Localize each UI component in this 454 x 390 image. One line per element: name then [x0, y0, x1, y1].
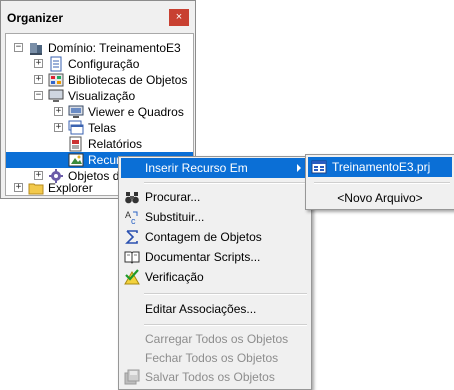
tree-item-configuracao[interactable]: + Configuração	[12, 56, 190, 72]
menu-item-label: Procurar...	[145, 190, 201, 204]
expand-icon[interactable]: +	[14, 183, 23, 192]
menu-item-inserir-recurso[interactable]: Inserir Recurso Em	[121, 158, 309, 178]
tree-item-label: Viewer e Quadros	[88, 105, 184, 119]
collapse-icon[interactable]: −	[34, 91, 43, 100]
menu-separator	[144, 293, 307, 295]
panel-title: Organizer	[7, 11, 64, 25]
replace-icon: A c	[125, 210, 138, 225]
menu-item-label: Contagem de Objetos	[145, 230, 262, 244]
menu-item-substituir[interactable]: A c Substituir...	[121, 207, 309, 227]
expand-icon[interactable]: +	[54, 123, 63, 132]
menu-item-label: Documentar Scripts...	[145, 250, 261, 264]
tree-item-label: Configuração	[68, 57, 140, 71]
tree-item-label: Relatórios	[88, 137, 143, 151]
book-icon	[124, 251, 140, 264]
submenu-arrow-icon	[297, 164, 301, 172]
monitor-icon	[48, 89, 64, 102]
tree-item-label: Domínio: TreinamentoE3	[48, 41, 181, 55]
report-icon	[69, 136, 82, 152]
close-button[interactable]: ×	[169, 9, 189, 26]
check-warning-icon	[124, 269, 140, 285]
menu-item-procurar[interactable]: Procurar...	[121, 187, 309, 207]
expand-icon[interactable]: +	[34, 75, 43, 84]
close-icon: ×	[175, 11, 183, 23]
svg-text:c: c	[131, 216, 136, 225]
tree-item-domain[interactable]: − Domínio: TreinamentoE3	[12, 40, 190, 56]
save-all-icon	[124, 369, 140, 385]
menu-item-documentar[interactable]: Documentar Scripts...	[121, 247, 309, 267]
menu-item-salvar-todos[interactable]: Salvar Todos os Objetos	[121, 367, 309, 387]
menu-item-label: Carregar Todos os Objetos	[145, 332, 289, 346]
menu-item-carregar-todos[interactable]: Carregar Todos os Objetos	[121, 329, 309, 349]
expand-icon[interactable]: +	[34, 59, 43, 68]
menu-separator	[314, 182, 450, 184]
tree-item-label: Telas	[88, 121, 117, 135]
menu-separator	[144, 182, 307, 184]
menu-item-label: Editar Associações...	[145, 302, 257, 316]
menu-item-label: TreinamentoE3.prj	[332, 160, 431, 174]
menu-item-label: Salvar Todos os Objetos	[145, 370, 275, 384]
menu-item-label: Fechar Todos os Objetos	[145, 351, 279, 365]
menu-item-verificacao[interactable]: Verificação	[121, 267, 309, 287]
menu-item-label: <Novo Arquivo>	[337, 191, 423, 205]
resources-icon	[68, 153, 84, 167]
submenu: TreinamentoE3.prj <Novo Arquivo>	[305, 154, 454, 210]
tree-item-label: Bibliotecas de Objetos	[68, 73, 188, 87]
expand-icon[interactable]: +	[34, 171, 43, 180]
tree-item-relatorios[interactable]: Relatórios	[12, 136, 190, 152]
tree-item-viewer[interactable]: + Viewer e Quadros	[12, 104, 190, 120]
tree-item-label: Explorer	[48, 181, 93, 195]
context-menu: Inserir Recurso Em Procurar... A c Subst…	[118, 156, 312, 390]
menu-item-label: Inserir Recurso Em	[145, 161, 248, 175]
config-icon	[50, 56, 62, 72]
project-icon	[311, 160, 327, 174]
tree-item-visualizacao[interactable]: − Visualização	[12, 88, 190, 104]
domain-icon	[30, 43, 42, 55]
viewer-icon	[68, 105, 84, 118]
sigma-icon	[125, 230, 138, 244]
expand-icon[interactable]: +	[54, 107, 63, 116]
menu-item-fechar-todos[interactable]: Fechar Todos os Objetos	[121, 348, 309, 368]
library-icon	[48, 73, 64, 87]
menu-item-editar-associacoes[interactable]: Editar Associações...	[121, 299, 309, 319]
menu-item-label: Verificação	[145, 270, 204, 284]
menu-separator	[144, 324, 307, 326]
collapse-icon[interactable]: −	[14, 43, 23, 52]
screens-icon	[68, 120, 84, 135]
tree-item-label: Visualização	[68, 89, 136, 103]
submenu-item-new-file[interactable]: <Novo Arquivo>	[308, 188, 452, 208]
menu-item-label: Substituir...	[145, 210, 205, 224]
tree-item-bibliotecas[interactable]: + Bibliotecas de Objetos	[12, 72, 190, 88]
folder-icon	[28, 183, 44, 195]
submenu-item-project[interactable]: TreinamentoE3.prj	[308, 157, 452, 177]
binoculars-icon	[125, 192, 139, 204]
tree-item-telas[interactable]: + Telas	[12, 120, 190, 136]
menu-item-contagem[interactable]: Contagem de Objetos	[121, 227, 309, 247]
